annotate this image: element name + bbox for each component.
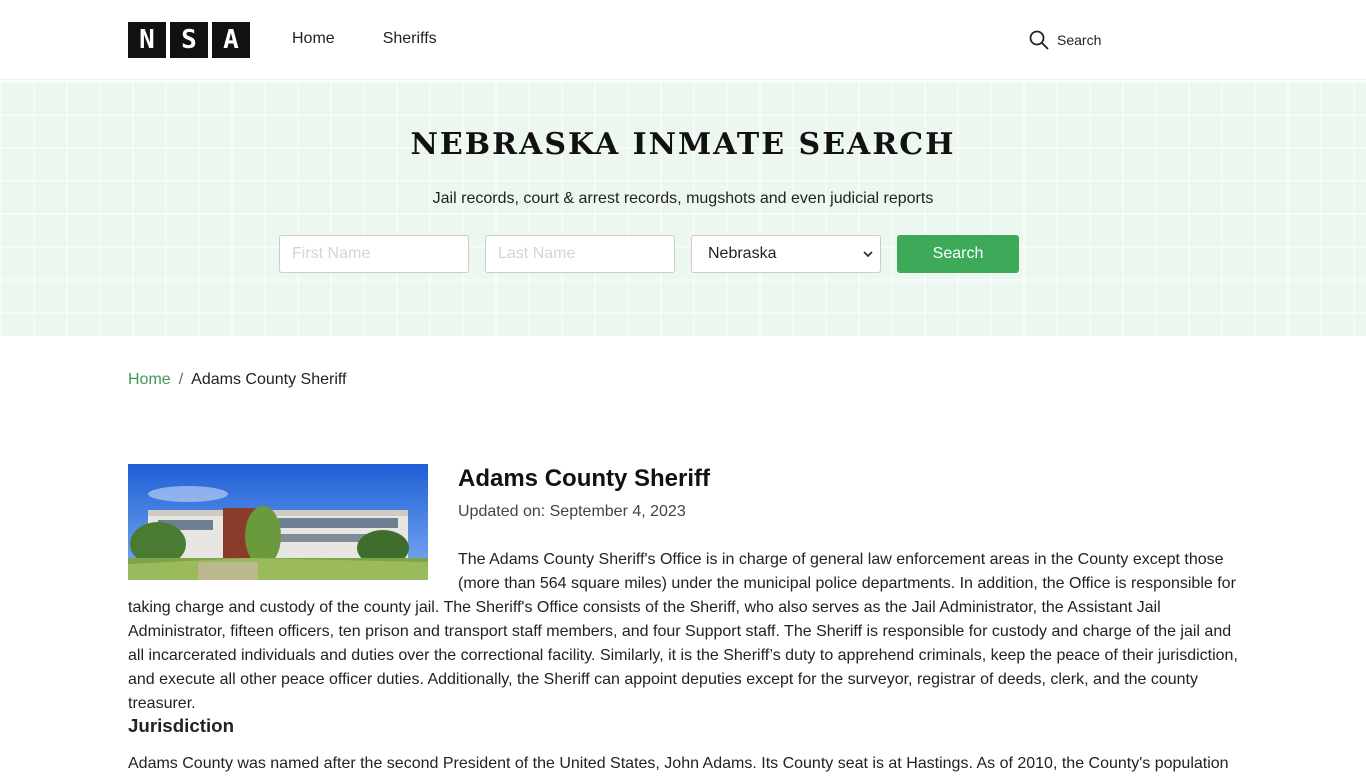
first-name-input[interactable] [279, 235, 469, 273]
breadcrumb-separator: / [178, 371, 184, 388]
nav-sheriffs-link[interactable]: Sheriffs [383, 30, 437, 48]
logo-letter-a: A [212, 22, 250, 58]
nav-home-link[interactable]: Home [292, 30, 335, 48]
logo-letter-s: S [170, 22, 208, 58]
breadcrumb-home-link[interactable]: Home [128, 371, 171, 389]
logo-letter-n: N [128, 22, 166, 58]
header-search-label: Search [1057, 32, 1102, 48]
state-select-value: Nebraska [708, 245, 777, 262]
hero-subtitle: Jail records, court & arrest records, mu… [432, 190, 934, 207]
sheriff-office-photo [128, 464, 428, 580]
site-logo[interactable]: N S A [128, 22, 250, 58]
chevron-down-icon [863, 251, 873, 258]
hero-search-section: NEBRASKA INMATE SEARCH Jail records, cou… [0, 81, 1366, 336]
sheriff-article: Adams County Sheriff Updated on: Septemb… [128, 464, 1240, 776]
state-select[interactable]: Nebraska [691, 235, 881, 273]
hero-title: NEBRASKA INMATE SEARCH [410, 127, 956, 162]
header-search-button[interactable]: Search [1029, 30, 1101, 50]
jurisdiction-paragraph: Adams County was named after the second … [128, 755, 1229, 772]
search-icon [1029, 30, 1049, 50]
site-header: N S A Home Sheriffs Search [0, 0, 1366, 80]
breadcrumb: Home / Adams County Sheriff [128, 371, 346, 389]
jurisdiction-heading: Jurisdiction [128, 715, 234, 736]
last-name-input[interactable] [485, 235, 675, 273]
search-button[interactable]: Search [897, 235, 1019, 273]
main-nav: Home Sheriffs [292, 30, 437, 48]
breadcrumb-current: Adams County Sheriff [191, 371, 347, 388]
